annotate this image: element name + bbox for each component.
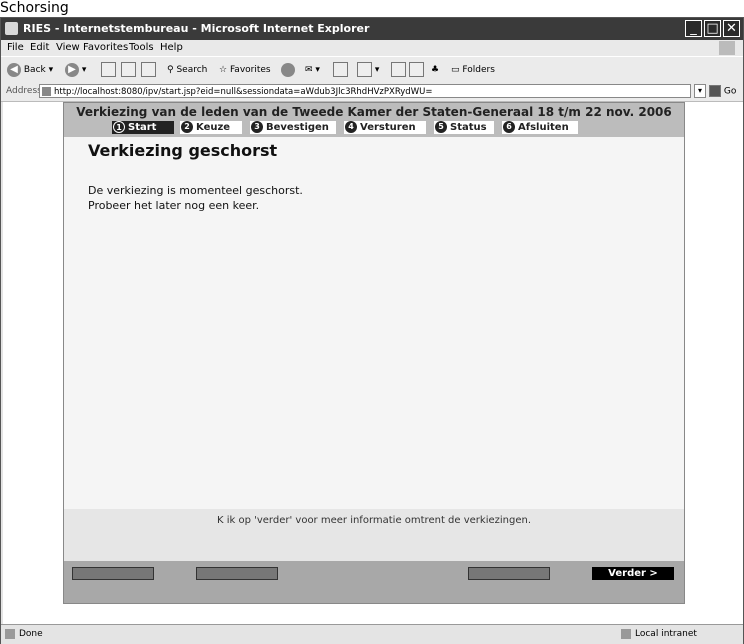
menu-favorites[interactable]: Favorites: [83, 42, 128, 53]
stop-icon: [101, 62, 116, 77]
info-band: K ik op 'verder' voor meer informatie om…: [64, 509, 684, 561]
search-button[interactable]: ⚲ Search: [167, 62, 207, 78]
intranet-icon: [621, 629, 631, 639]
step-number: 6: [503, 121, 515, 133]
menu-bar: File Edit View Favorites Tools Help: [1, 40, 743, 56]
research-button[interactable]: [409, 62, 424, 78]
menu-edit[interactable]: Edit: [30, 42, 49, 53]
page-done-icon: [5, 629, 15, 639]
nav-button-3: [468, 567, 550, 580]
research-icon: [409, 62, 424, 77]
election-title: Verkiezing van de leden van de Tweede Ka…: [76, 105, 672, 119]
history-button[interactable]: [281, 62, 295, 78]
nav-button-1: [72, 567, 154, 580]
step-label: Keuze: [196, 122, 231, 133]
step-label: Versturen: [360, 122, 416, 133]
message-line-1: De verkiezing is momenteel geschorst.: [88, 184, 303, 197]
step-number: 4: [345, 121, 357, 133]
address-label: Address: [6, 86, 42, 96]
edit-button[interactable]: ▾: [357, 62, 379, 78]
menu-file[interactable]: File: [7, 42, 24, 53]
star-icon: ☆: [219, 65, 228, 75]
search-icon: ⚲: [167, 65, 174, 75]
caption: Schorsing: [0, 0, 69, 16]
search-label: Search: [176, 65, 208, 75]
step-versturen: 4 Versturen: [344, 121, 426, 134]
title-bar: RIES - Internetstembureau - Microsoft In…: [1, 18, 743, 40]
refresh-button[interactable]: [121, 62, 136, 78]
maximize-button[interactable]: □: [704, 20, 721, 37]
refresh-icon: [121, 62, 136, 77]
back-button[interactable]: ◀ Back ▾: [7, 62, 53, 78]
step-afsluiten: 6 Afsluiten: [502, 121, 578, 134]
step-number: 2: [181, 121, 193, 133]
info-text: K ik op 'verder' voor meer informatie om…: [216, 515, 532, 526]
folders-button[interactable]: ▭ Folders: [451, 62, 495, 78]
messenger-icon: ♣: [431, 65, 440, 75]
go-arrow-icon: [709, 85, 721, 97]
zone-text: Local intranet: [635, 629, 697, 639]
step-label: Start: [128, 122, 157, 133]
step-label: Afsluiten: [518, 122, 569, 133]
minimize-button[interactable]: _: [685, 20, 702, 37]
mail-button[interactable]: ✉ ▾: [305, 62, 320, 78]
forward-button[interactable]: ▶ ▾: [65, 62, 86, 78]
navigation-bar: Verder >: [64, 561, 684, 603]
go-label: Go: [723, 86, 737, 97]
step-number: 3: [251, 121, 263, 133]
address-dropdown[interactable]: ▾: [694, 84, 706, 98]
mail-icon: ✉: [305, 65, 313, 75]
status-text: Done: [19, 629, 43, 639]
back-label: Back: [23, 65, 46, 75]
voting-panel: Verkiezing van de leden van de Tweede Ka…: [63, 102, 685, 604]
menu-tools[interactable]: Tools: [129, 42, 154, 53]
next-button[interactable]: Verder >: [592, 567, 674, 580]
home-icon: [141, 62, 156, 77]
step-status: 5 Status: [434, 121, 494, 134]
folder-icon: ▭: [451, 65, 460, 75]
message-line-2: Probeer het later nog een keer.: [88, 199, 260, 212]
messenger-button[interactable]: ♣: [431, 62, 439, 78]
address-input[interactable]: http://localhost:8080/ipv/start.jsp?eid=…: [39, 84, 691, 98]
step-keuze: 2 Keuze: [180, 121, 242, 134]
forward-arrow-icon: ▶: [65, 62, 79, 77]
discuss-icon: [391, 62, 406, 77]
browser-window: RIES - Internetstembureau - Microsoft In…: [0, 17, 744, 644]
step-label: Status: [450, 122, 487, 133]
page-icon: [42, 87, 51, 96]
menu-help[interactable]: Help: [160, 42, 183, 53]
favorites-label: Favorites: [229, 65, 271, 75]
menu-view[interactable]: View: [56, 42, 80, 53]
go-button[interactable]: Go: [709, 85, 736, 97]
page-viewport: Verkiezing van de leden van de Tweede Ka…: [3, 102, 743, 624]
ie-icon: [5, 22, 18, 35]
step-number: 1: [113, 121, 125, 133]
address-bar: Address http://localhost:8080/ipv/start.…: [1, 83, 743, 102]
discuss-button[interactable]: [391, 62, 406, 78]
nav-button-2: [196, 567, 278, 580]
folders-label: Folders: [462, 65, 495, 75]
stop-button[interactable]: [101, 62, 116, 78]
toolbar: ◀ Back ▾ ▶ ▾ ⚲ Search ☆ Favorites ✉ ▾ ▾ …: [1, 56, 743, 84]
address-url: http://localhost:8080/ipv/start.jsp?eid=…: [54, 87, 433, 97]
page-heading: Verkiezing geschorst: [88, 141, 278, 160]
favorites-button[interactable]: ☆ Favorites: [219, 62, 271, 78]
printer-icon: [333, 62, 348, 77]
history-icon: [281, 62, 295, 77]
content-area: Verkiezing geschorst De verkiezing is mo…: [64, 137, 684, 509]
step-start: 1 Start: [112, 121, 174, 134]
window-title: RIES - Internetstembureau - Microsoft In…: [23, 22, 370, 35]
print-button[interactable]: [333, 62, 348, 78]
windows-logo-icon: [719, 41, 735, 55]
status-bar: Done Local intranet: [1, 624, 743, 644]
back-arrow-icon: ◀: [7, 62, 21, 77]
step-label: Bevestigen: [266, 122, 329, 133]
close-button[interactable]: ✕: [723, 20, 740, 37]
step-number: 5: [435, 121, 447, 133]
edit-icon: [357, 62, 372, 77]
home-button[interactable]: [141, 62, 156, 78]
step-bevestigen: 3 Bevestigen: [250, 121, 336, 134]
